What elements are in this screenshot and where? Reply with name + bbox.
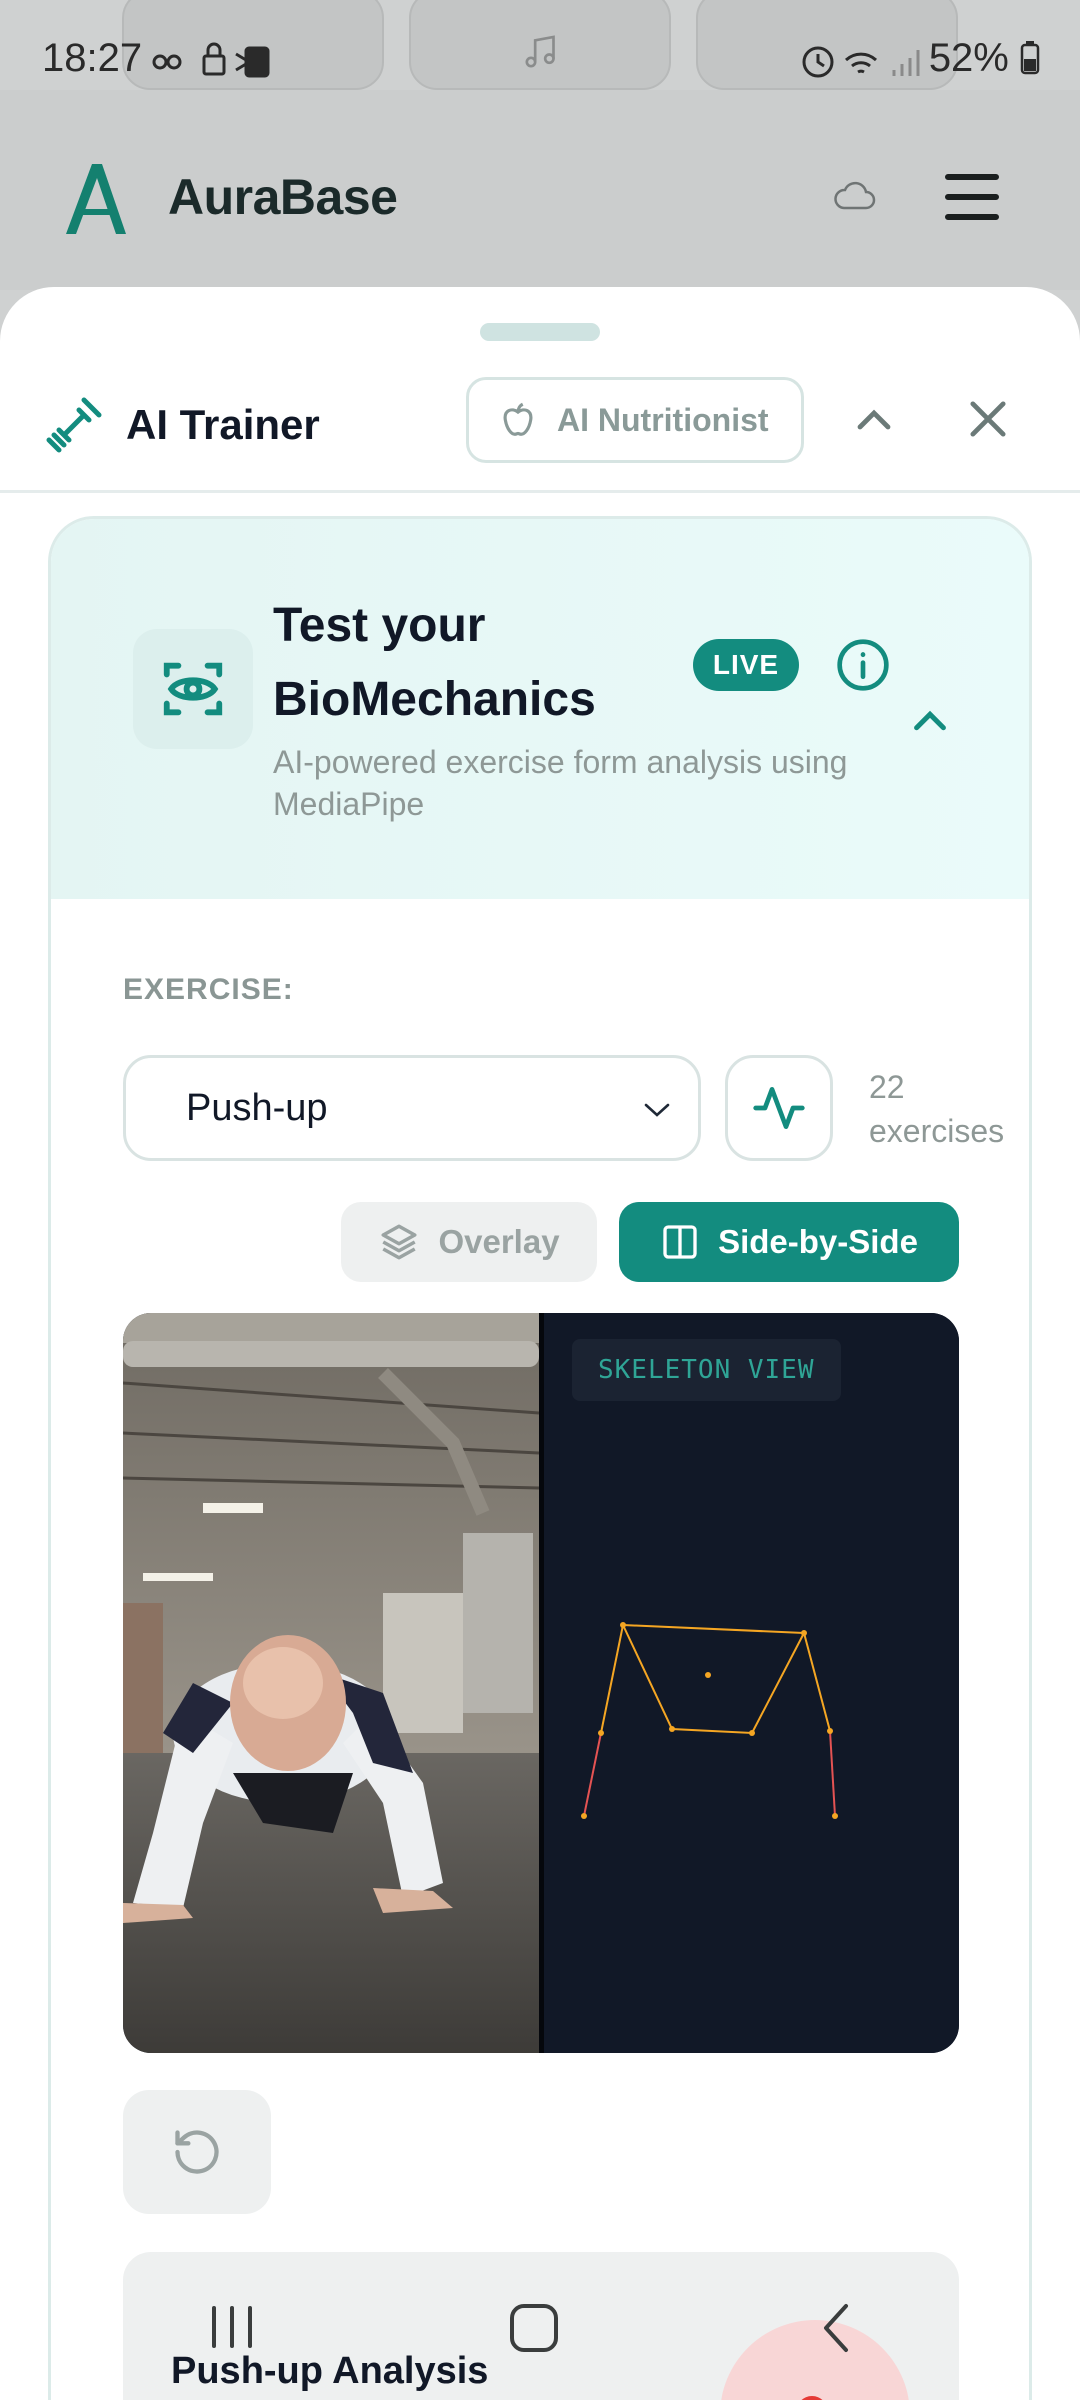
side-by-side-view-button[interactable]: Side-by-Side: [619, 1202, 959, 1282]
exercise-label: EXERCISE:: [123, 973, 294, 1006]
ai-nutritionist-label: AI Nutritionist: [557, 401, 769, 438]
status-system-icons: [802, 46, 920, 78]
skeleton-view: SKELETON VIEW: [544, 1313, 959, 2053]
chevron-up-icon[interactable]: [850, 397, 898, 445]
live-badge: LIVE: [693, 639, 799, 691]
layers-icon: [381, 1224, 417, 1260]
apple-icon: [503, 402, 533, 436]
exercise-selected-value: Push-up: [186, 1086, 328, 1129]
exercise-count-number: 22: [869, 1069, 905, 1105]
background-header: [0, 90, 1080, 290]
sheet-header: AI Trainer AI Nutritionist: [0, 377, 1080, 493]
reset-button[interactable]: [123, 2090, 271, 2214]
status-notification-icons: [152, 42, 270, 78]
battery-percent: 52%: [929, 36, 1040, 81]
battery-icon: [1020, 41, 1040, 75]
aurabase-logo-icon: [66, 164, 126, 234]
camera-feed-image: [123, 1313, 539, 2053]
close-icon[interactable]: [962, 393, 1014, 445]
cloud-icon[interactable]: [832, 180, 876, 212]
exercise-count-unit: exercises: [869, 1113, 1005, 1149]
system-navigation-bar: [0, 2280, 1080, 2400]
hero-title: Test your BioMechanics: [273, 599, 596, 726]
ai-nutritionist-button[interactable]: AI Nutritionist: [466, 377, 804, 463]
analysis-video: SKELETON VIEW: [123, 1313, 959, 2053]
chevron-up-icon[interactable]: [907, 699, 953, 745]
battery-text: 52%: [928, 36, 1009, 80]
split-columns-icon: [663, 1225, 697, 1259]
status-bar: 18:27 52%: [0, 0, 1080, 120]
eye-scan-icon-container: [133, 629, 253, 749]
rotate-ccw-icon: [175, 2130, 219, 2174]
exercise-select[interactable]: Push-up: [123, 1055, 701, 1161]
pose-skeleton: [581, 1622, 838, 1819]
back-icon[interactable]: [816, 2300, 856, 2356]
activity-button[interactable]: [725, 1055, 833, 1161]
hamburger-menu-icon[interactable]: [944, 172, 1000, 222]
exercise-count: 22 exercises: [869, 1065, 1029, 1153]
info-icon[interactable]: [835, 637, 891, 693]
overlay-label: Overlay: [438, 1223, 560, 1260]
hero-subtitle: AI-powered exercise form analysis using …: [273, 744, 848, 822]
eye-scan-icon: [163, 662, 223, 716]
side-by-side-label: Side-by-Side: [718, 1223, 918, 1260]
recent-apps-icon[interactable]: [208, 2304, 256, 2350]
brand-name: AuraBase: [168, 169, 398, 225]
biomechanics-card: Test your BioMechanics LIVE AI-powered e…: [48, 516, 1032, 2400]
status-time: 18:27: [42, 36, 143, 80]
sheet-title: AI Trainer: [126, 401, 320, 448]
sheet-drag-handle[interactable]: [480, 323, 600, 341]
card-hero: Test your BioMechanics LIVE AI-powered e…: [51, 519, 1029, 899]
ai-trainer-sheet: AI Trainer AI Nutritionist Test your Bio…: [0, 287, 1080, 2400]
chevron-down-icon: [644, 1103, 670, 1117]
home-icon[interactable]: [508, 2302, 560, 2354]
activity-pulse-icon: [753, 1087, 805, 1129]
dumbbell-icon: [46, 397, 102, 453]
camera-feed: [123, 1313, 539, 2053]
overlay-view-button[interactable]: Overlay: [341, 1202, 597, 1282]
